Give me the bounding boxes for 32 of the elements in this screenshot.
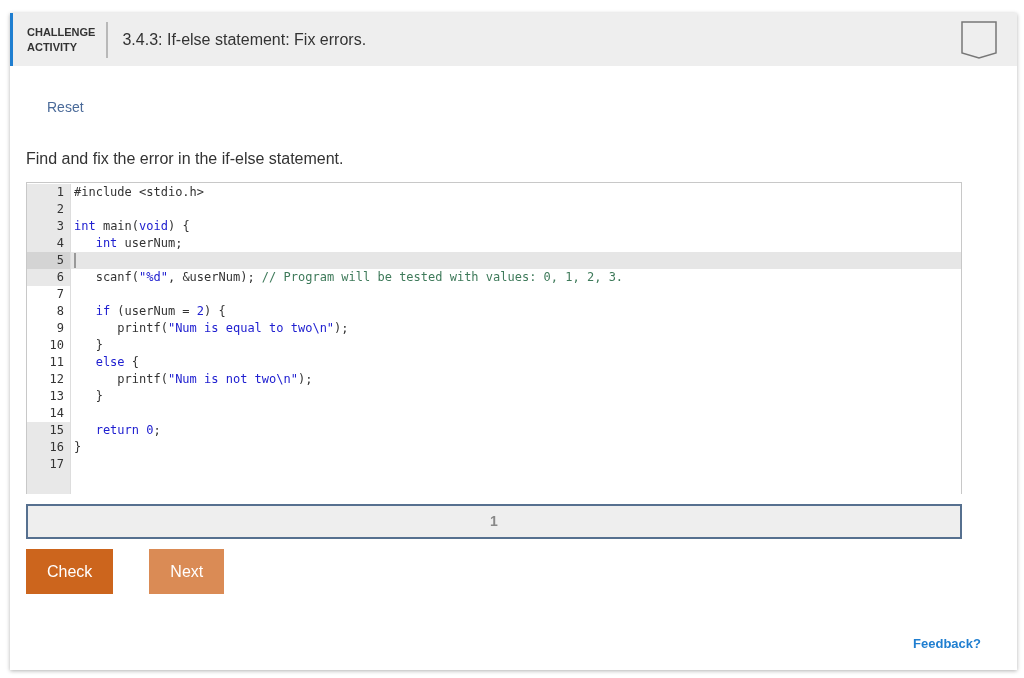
code-line: } — [74, 439, 82, 456]
line-number: 16 — [27, 439, 71, 456]
code-line: scanf("%d", &userNum); // Program will be tested with values: 0, 1, 2, 3. — [94, 269, 624, 286]
code-line: int main(void) { — [74, 218, 190, 235]
check-button[interactable]: Check — [26, 549, 114, 594]
bookmark-icon — [961, 20, 997, 59]
progress-step: 1 — [26, 504, 962, 539]
line-number: 4 — [27, 235, 71, 252]
line-number: 15 — [27, 422, 71, 439]
code-line: if (userNum = 2) { — [94, 303, 226, 320]
code-line: return 0; — [94, 422, 161, 439]
instructions-text: Find and fix the error in the if-else statement. — [26, 149, 345, 169]
code-line: } — [94, 388, 103, 405]
code-editor[interactable] — [26, 182, 962, 494]
code-line: } — [94, 337, 103, 354]
line-number: 1 — [27, 184, 71, 201]
code-line: int userNum; — [94, 235, 183, 252]
code-line: printf("Num is equal to two\n"); — [116, 320, 349, 337]
code-line: #include <stdio.h> — [74, 184, 205, 201]
code-line: printf("Num is not two\n"); — [116, 371, 313, 388]
reset-link[interactable]: Reset — [47, 97, 84, 118]
activity-title: 3.4.3: If-else statement: Fix errors. — [122, 29, 367, 50]
line-number-gutter — [27, 473, 71, 494]
code-line: else { — [94, 354, 140, 371]
line-number: 6 — [27, 269, 71, 286]
text-cursor — [74, 253, 76, 268]
line-number: 5 — [27, 252, 71, 269]
feedback-link[interactable]: Feedback? — [913, 634, 981, 654]
activity-type-label: CHALLENGE ACTIVITY — [27, 21, 109, 58]
line-number: 3 — [27, 218, 71, 235]
line-number: 2 — [27, 201, 71, 218]
line-number: 17 — [27, 456, 71, 473]
